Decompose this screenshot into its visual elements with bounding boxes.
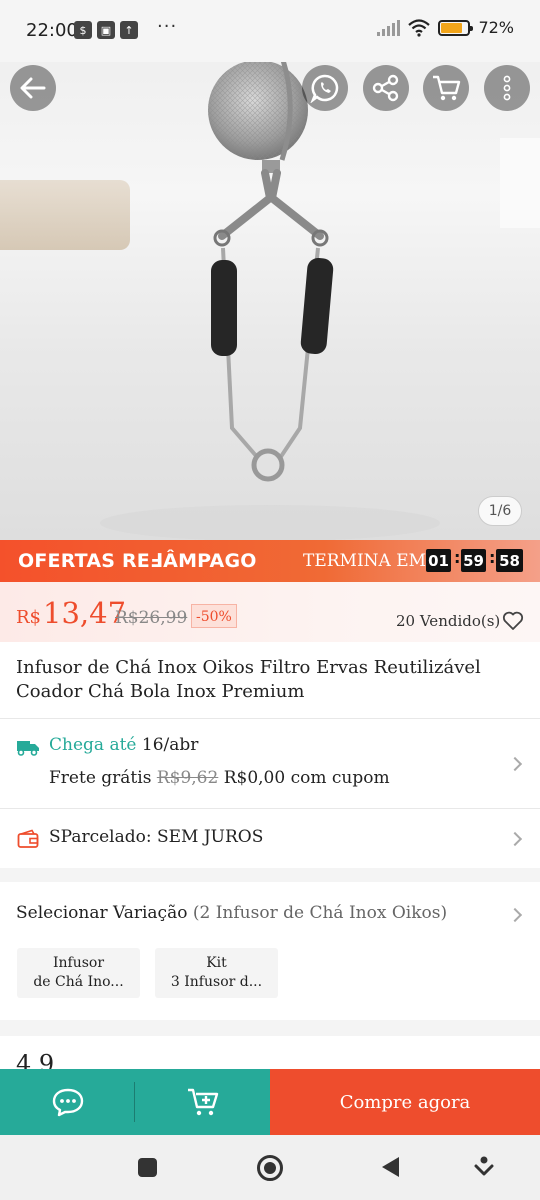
image-counter: 1/6 — [478, 496, 522, 526]
home-button[interactable] — [257, 1155, 283, 1181]
price-currency: R$ — [16, 607, 42, 628]
share-icon — [372, 74, 399, 102]
cart-button[interactable] — [423, 65, 469, 111]
battery-icon — [438, 19, 474, 36]
android-navigation-bar — [0, 1135, 540, 1200]
variation-option[interactable]: Kit 3 Infusor d... — [155, 948, 278, 998]
upload-notification-icon: ↑ — [120, 21, 138, 39]
bottom-action-bar: Compre agora — [0, 1069, 540, 1135]
chat-icon — [52, 1088, 83, 1117]
variation-label: Selecionar Variação — [16, 903, 188, 923]
status-right: 72% — [377, 18, 514, 37]
product-photo-tea-infuser — [100, 59, 440, 540]
assistant-icon[interactable] — [474, 1155, 494, 1179]
buy-now-button[interactable]: Compre agora — [270, 1069, 540, 1135]
signal-icon — [377, 19, 401, 36]
variation-option-line1: Infusor — [52, 955, 105, 971]
more-vertical-icon — [503, 75, 511, 101]
shipping-old-price: R$9,62 — [156, 768, 219, 788]
status-time: 22:00 — [26, 20, 78, 41]
shipping-new-price: R$0,00 com cupom — [223, 768, 390, 788]
wallet-icon — [17, 829, 39, 848]
image-notification-icon: ▣ — [97, 21, 115, 39]
section-gap — [0, 1020, 540, 1036]
delivery-label: Chega até — [49, 735, 137, 755]
notification-icons: $ ▣ ↑ — [74, 21, 138, 39]
battery-fill — [441, 22, 462, 33]
divider — [0, 718, 540, 719]
more-options-button[interactable] — [484, 65, 530, 111]
product-title: Infusor de Chá Inox Oikos Filtro Ervas R… — [16, 657, 481, 702]
chevron-right-icon — [507, 831, 523, 847]
variation-option-line1: Kit — [206, 955, 227, 971]
chevron-right-icon — [507, 756, 523, 772]
countdown-minutes: 59 — [461, 549, 486, 572]
discount-badge: -50% — [191, 604, 237, 628]
countdown-seconds: 58 — [496, 549, 523, 572]
cart-icon — [433, 75, 461, 101]
variation-option-line2: de Chá Ino... — [33, 974, 124, 990]
shopping-bag-notification-icon: $ — [74, 21, 92, 39]
status-bar: 22:00 $ ▣ ↑ ··· 72% — [0, 0, 540, 62]
back-button[interactable] — [10, 65, 56, 111]
whatsapp-share-button[interactable] — [302, 65, 348, 111]
more-notifications-icon: ··· — [157, 16, 178, 37]
add-to-cart-icon — [187, 1088, 218, 1116]
truck-icon — [17, 741, 39, 756]
countdown-separator: : — [454, 548, 461, 567]
installments-text: SParcelado: SEM JUROS — [49, 827, 264, 847]
flash-sale-ends-label: TERMINA EM — [303, 551, 427, 571]
share-button[interactable] — [363, 65, 409, 111]
product-image-gallery[interactable] — [0, 48, 540, 540]
section-gap — [0, 868, 540, 882]
delivery-date: 16/abr — [141, 735, 199, 755]
sold-count: 20 Vendido(s) — [396, 612, 501, 630]
heart-icon[interactable] — [502, 611, 524, 631]
arrow-left-icon — [20, 77, 46, 99]
flash-sale-bar[interactable]: OFERTAS REℲÂMPAGO TERMINA EM 01 : 59 : 5… — [0, 540, 540, 582]
delivery-estimate: Chega até 16/abr — [49, 735, 198, 755]
divider — [0, 808, 540, 809]
shipping-price: Frete grátis R$9,62 R$0,00 com cupom — [49, 768, 390, 788]
variation-detail: (2 Infusor de Chá Inox Oikos) — [192, 903, 448, 923]
countdown-separator: : — [489, 548, 496, 567]
back-nav-button[interactable] — [382, 1157, 399, 1177]
current-price: 13,47 — [43, 596, 127, 630]
price-row: R$ 13,47 R$26,99 -50% 20 Vendido(s) — [0, 582, 540, 642]
variation-option[interactable]: Infusor de Chá Ino... — [17, 948, 140, 998]
recent-apps-button[interactable] — [138, 1158, 157, 1177]
original-price: R$26,99 — [115, 608, 188, 628]
add-to-cart-button[interactable] — [135, 1069, 270, 1135]
countdown-hours: 01 — [426, 549, 451, 572]
whatsapp-icon — [310, 74, 339, 103]
wifi-icon — [408, 18, 431, 37]
chevron-right-icon — [507, 907, 523, 923]
free-shipping-label: Frete grátis — [49, 768, 152, 788]
flash-sale-title: OFERTAS REℲÂMPAGO — [18, 550, 257, 572]
variation-selector: Selecionar Variação (2 Infusor de Chá In… — [16, 903, 447, 923]
battery-percent: 72% — [478, 18, 514, 37]
chat-button[interactable] — [0, 1069, 135, 1135]
variation-option-line2: 3 Infusor d... — [170, 974, 263, 990]
